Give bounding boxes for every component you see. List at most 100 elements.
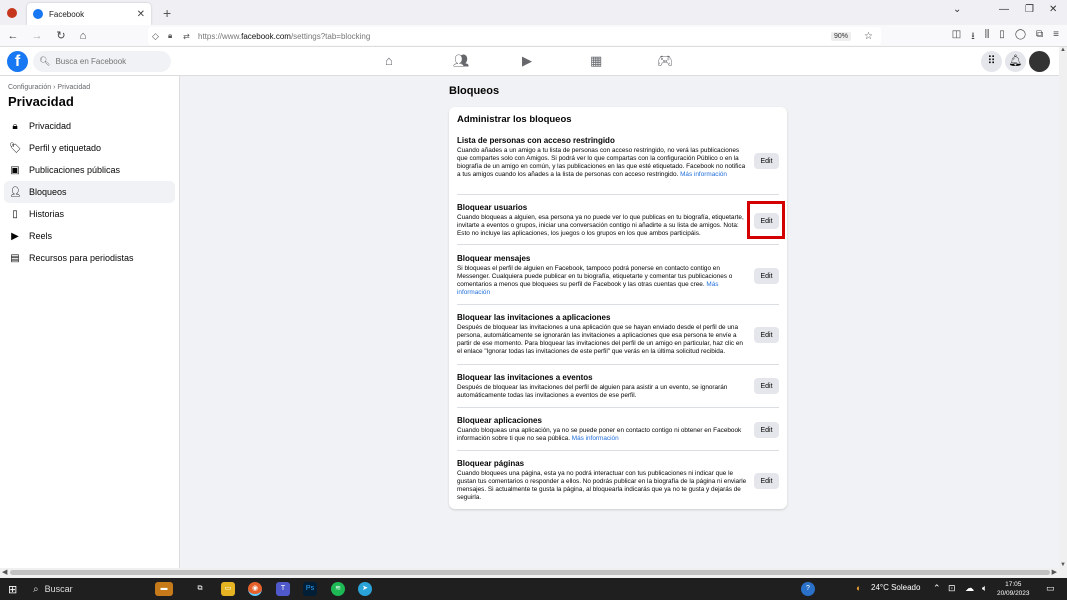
clock-date: 20/09/2023 bbox=[997, 590, 1030, 597]
sidebar-item-reels[interactable]: ▶ Reels bbox=[4, 225, 175, 247]
section-title: Bloquear mensajes bbox=[457, 254, 531, 263]
profile-avatar[interactable] bbox=[1029, 51, 1050, 72]
widgets-icon[interactable]: ▬ bbox=[155, 582, 173, 596]
photoshop-icon[interactable]: Ps bbox=[303, 582, 317, 596]
tag-icon: 🏷︎ bbox=[9, 142, 22, 154]
edit-block-event-invites-button[interactable]: Edit bbox=[754, 378, 779, 394]
library-icon[interactable]: ⫼ bbox=[985, 29, 990, 46]
section-title: Bloquear las invitaciones a eventos bbox=[457, 373, 593, 382]
zoom-level[interactable]: 90% bbox=[830, 31, 851, 41]
sidebar-item-historias[interactable]: ▯ Historias bbox=[4, 203, 175, 225]
onedrive-icon[interactable]: ☁ bbox=[965, 583, 974, 594]
sidebar-item-recursos-periodistas[interactable]: ▤ Recursos para periodistas bbox=[4, 247, 175, 269]
sidebar-title: Privacidad bbox=[8, 94, 74, 109]
back-icon[interactable]: ← bbox=[4, 30, 22, 42]
chevron-up-icon[interactable]: ⌃ bbox=[933, 583, 941, 594]
sidebar-item-perfil-etiquetado[interactable]: 🏷︎ Perfil y etiquetado bbox=[4, 137, 175, 159]
help-icon[interactable]: ? bbox=[801, 582, 815, 596]
edit-block-pages-button[interactable]: Edit bbox=[754, 473, 779, 489]
divider bbox=[457, 407, 779, 408]
sidebar-item-privacidad[interactable]: 🔒︎ Privacidad bbox=[4, 115, 175, 137]
edit-block-messages-button[interactable]: Edit bbox=[754, 268, 779, 284]
minimize-button[interactable]: — bbox=[999, 4, 1009, 15]
account-icon[interactable]: ◯ bbox=[1015, 29, 1026, 46]
section-description: Después de bloquear las invitaciones del… bbox=[457, 384, 728, 399]
windows-taskbar: ⊞ ⌕ Buscar ▬ ⧉ ▭ ◉ T Ps ≋ ➤ ? ◐ 24°C Sol… bbox=[0, 578, 1067, 600]
vertical-scrollbar[interactable]: ▲ ▼ bbox=[1059, 47, 1067, 568]
taskbar-search[interactable]: ⌕ Buscar bbox=[27, 578, 139, 600]
edit-block-app-invites-button[interactable]: Edit bbox=[754, 327, 779, 343]
pocket-icon[interactable]: ◫ bbox=[952, 29, 961, 46]
file-explorer-icon[interactable]: ▭ bbox=[221, 582, 235, 596]
bookmark-star-icon[interactable]: ☆ bbox=[864, 31, 873, 42]
divider bbox=[457, 450, 779, 451]
breadcrumb[interactable]: Configuración › Privacidad bbox=[8, 84, 90, 91]
browser-tab-facebook[interactable]: Facebook ✕ bbox=[27, 3, 151, 25]
taskbar-clock[interactable]: 17:05 20/09/2023 bbox=[997, 580, 1030, 598]
marketplace-nav-icon[interactable]: ▦ bbox=[590, 53, 602, 69]
spotify-icon[interactable]: ≋ bbox=[331, 582, 345, 596]
facebook-search-input[interactable] bbox=[55, 57, 166, 66]
new-tab-button[interactable]: + bbox=[163, 5, 171, 21]
url-bar[interactable]: ◇ 🔒︎ ⇄ https://www.facebook.com/settings… bbox=[148, 27, 881, 45]
facebook-search[interactable]: 🔍︎ bbox=[33, 51, 171, 72]
task-view-icon[interactable]: ⧉ bbox=[193, 582, 207, 596]
scroll-left-icon[interactable]: ◀ bbox=[2, 568, 7, 576]
tab-close-icon[interactable]: ✕ bbox=[137, 9, 145, 20]
section-description: Después de bloquear las invitaciones a u… bbox=[457, 324, 743, 355]
section-description: Cuando añades a un amigo a tu lista de p… bbox=[457, 147, 746, 178]
permissions-icon[interactable]: ⇄ bbox=[183, 32, 190, 41]
url-text[interactable]: https://www.facebook.com/settings?tab=bl… bbox=[198, 32, 370, 41]
notifications-icon[interactable]: ▭ bbox=[1046, 583, 1055, 594]
tracking-shield-icon[interactable]: ◇ bbox=[152, 31, 159, 42]
windows-start-icon[interactable]: ⊞ bbox=[8, 583, 17, 596]
section-block-apps: Bloquear aplicaciones Cuando bloqueas un… bbox=[457, 416, 779, 443]
maximize-button[interactable]: ❐ bbox=[1025, 4, 1034, 15]
weather-text[interactable]: 24°C Soleado bbox=[871, 583, 920, 592]
sidebar-item-label: Publicaciones públicas bbox=[29, 165, 121, 175]
blocking-card: Administrar los bloqueos Lista de person… bbox=[449, 107, 787, 509]
card-title: Administrar los bloqueos bbox=[457, 114, 572, 125]
horizontal-scrollbar[interactable]: ◀ ▶ bbox=[0, 568, 1067, 578]
edit-block-apps-button[interactable]: Edit bbox=[754, 422, 779, 438]
speaker-icon[interactable]: 🔈︎ bbox=[982, 583, 987, 594]
divider bbox=[457, 364, 779, 365]
scroll-up-icon[interactable]: ▲ bbox=[1060, 47, 1066, 53]
browser-menu-icon[interactable] bbox=[7, 7, 17, 18]
notifications-bell-icon[interactable]: 🔔︎ bbox=[1005, 51, 1026, 72]
facebook-logo-icon[interactable]: f bbox=[7, 51, 28, 72]
extensions-icon[interactable]: ⧉ bbox=[1036, 29, 1043, 46]
search-icon: 🔍︎ bbox=[39, 56, 51, 66]
downloads-icon[interactable]: ⭳ bbox=[971, 29, 975, 46]
highlight-box bbox=[747, 201, 785, 239]
forward-icon[interactable]: → bbox=[28, 30, 46, 42]
teams-icon[interactable]: T bbox=[276, 582, 290, 596]
more-info-link[interactable]: Más información bbox=[572, 435, 619, 442]
tab-list-chevron-icon[interactable]: ⌄ bbox=[953, 4, 961, 15]
close-window-button[interactable]: ✕ bbox=[1049, 4, 1057, 15]
horizontal-scroll-thumb[interactable] bbox=[10, 570, 1050, 575]
edit-restricted-list-button[interactable]: Edit bbox=[754, 153, 779, 169]
sidebar-item-publicaciones-publicas[interactable]: ▣ Publicaciones públicas bbox=[4, 159, 175, 181]
sidebar-item-bloqueos[interactable]: 👤︎ Bloqueos bbox=[4, 181, 175, 203]
lock-icon[interactable]: 🔒︎ bbox=[168, 31, 172, 41]
home-nav-icon[interactable]: ⌂ bbox=[385, 53, 393, 68]
sidebar-toggle-icon[interactable]: ▯ bbox=[999, 29, 1005, 46]
scroll-right-icon[interactable]: ▶ bbox=[1052, 568, 1057, 576]
watch-nav-icon[interactable]: ▶ bbox=[522, 53, 532, 69]
home-icon[interactable]: ⌂ bbox=[74, 30, 92, 42]
firefox-icon[interactable]: ◉ bbox=[248, 582, 262, 596]
tray-app-icon[interactable]: ⊡ bbox=[948, 583, 956, 594]
reels-icon: ▶ bbox=[11, 230, 19, 242]
telegram-icon[interactable]: ➤ bbox=[358, 582, 372, 596]
section-title: Bloquear aplicaciones bbox=[457, 416, 542, 425]
reload-icon[interactable]: ↻ bbox=[52, 29, 70, 42]
gaming-nav-icon[interactable]: 🎮︎ bbox=[657, 53, 674, 69]
tab-title: Facebook bbox=[49, 9, 85, 19]
app-menu-icon[interactable]: ≡ bbox=[1053, 29, 1059, 46]
page-title: Bloqueos bbox=[449, 85, 500, 97]
menu-grid-icon[interactable]: ⠿ bbox=[981, 51, 1002, 72]
facebook-favicon-icon bbox=[33, 9, 43, 19]
more-info-link[interactable]: Más información bbox=[680, 171, 727, 178]
friends-nav-icon[interactable]: 👥︎ bbox=[453, 53, 470, 69]
